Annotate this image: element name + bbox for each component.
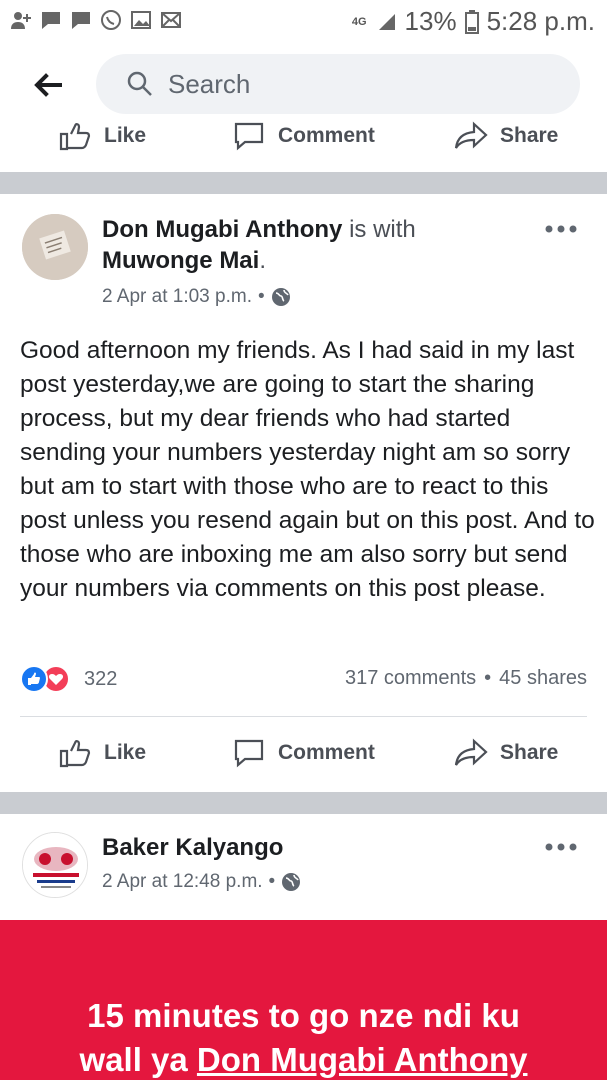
more-options-icon[interactable] bbox=[544, 222, 578, 236]
comment-label: Comment bbox=[278, 124, 375, 147]
status-text-line-1: 15 minutes to go nze ndi ku bbox=[87, 997, 520, 1034]
colored-status-background: 15 minutes to go nze ndi ku wall ya Don … bbox=[0, 920, 607, 1080]
globe-icon bbox=[271, 288, 290, 306]
person-add-icon bbox=[11, 12, 31, 29]
chat-icon bbox=[42, 12, 60, 29]
notification-icons bbox=[10, 9, 182, 31]
post-meta: 2 Apr at 12:48 p.m. • bbox=[102, 871, 301, 893]
whatsapp-icon bbox=[101, 10, 121, 30]
action-bar-previous: Like Comment Share bbox=[0, 112, 607, 160]
share-icon bbox=[454, 121, 488, 149]
comment-button[interactable]: Comment bbox=[232, 727, 375, 779]
like-label: Like bbox=[104, 741, 147, 764]
thumbs-up-icon bbox=[59, 740, 91, 768]
like-reaction-icon bbox=[20, 665, 48, 693]
share-label: Share bbox=[500, 741, 559, 764]
like-button[interactable]: Like bbox=[58, 727, 146, 779]
share-count[interactable]: 45 shares bbox=[499, 667, 587, 690]
with-text: is with bbox=[342, 216, 416, 243]
share-button[interactable]: Share bbox=[454, 727, 558, 779]
signal-icon bbox=[378, 13, 395, 30]
tagged-friend[interactable]: Muwonge Mai bbox=[102, 247, 259, 274]
comment-icon bbox=[234, 739, 264, 768]
like-label: Like bbox=[104, 124, 147, 147]
counts-separator: • bbox=[484, 667, 492, 689]
reaction-icons bbox=[20, 665, 76, 693]
avatar-image bbox=[22, 214, 88, 280]
reaction-count: 322 bbox=[84, 667, 118, 690]
battery-percent: 13% bbox=[404, 6, 457, 36]
share-label: Share bbox=[500, 124, 559, 147]
reaction-summary[interactable]: 322 bbox=[20, 665, 117, 693]
like-button[interactable]: Like bbox=[58, 112, 146, 160]
post-body: Good afternoon my friends. As I had said… bbox=[20, 337, 595, 602]
clock: 5:28 p.m. bbox=[486, 6, 595, 36]
avatar-image bbox=[23, 833, 87, 897]
meta-separator: • bbox=[257, 286, 265, 307]
engagement-counts: 317 comments • 45 shares bbox=[345, 667, 587, 690]
mentioned-profile-link[interactable]: Don Mugabi Anthony bbox=[197, 1041, 528, 1078]
avatar[interactable] bbox=[22, 214, 88, 280]
back-arrow-icon[interactable] bbox=[30, 68, 64, 102]
post-date[interactable]: 2 Apr at 12:48 p.m. bbox=[102, 871, 263, 893]
network-type: 4G bbox=[351, 15, 367, 28]
status-text-prefix: wall ya bbox=[79, 1041, 197, 1078]
author-name[interactable]: Don Mugabi Anthony bbox=[102, 216, 342, 243]
more-options-icon[interactable] bbox=[544, 840, 578, 854]
search-placeholder: Search bbox=[168, 69, 251, 99]
post-rule bbox=[20, 716, 587, 717]
mail-icon bbox=[161, 12, 181, 28]
comment-button[interactable]: Comment bbox=[232, 112, 375, 160]
post-action-bar: Like Comment Share bbox=[0, 727, 607, 779]
comment-icon bbox=[234, 122, 264, 151]
feed-divider bbox=[0, 172, 607, 194]
comment-label: Comment bbox=[278, 741, 375, 764]
comment-count[interactable]: 317 comments bbox=[345, 667, 476, 690]
gallery-icon bbox=[131, 11, 151, 29]
status-text-line-2: wall ya Don Mugabi Anthony bbox=[0, 1038, 607, 1080]
author-name[interactable]: Baker Kalyango bbox=[102, 834, 283, 861]
status-bar: 4G 13% 5:28 p.m. bbox=[0, 0, 607, 44]
post-meta: 2 Apr at 1:03 p.m. • bbox=[102, 286, 291, 308]
thumbs-up-icon bbox=[59, 123, 91, 151]
globe-icon bbox=[282, 873, 301, 891]
battery-icon bbox=[464, 9, 479, 34]
share-button[interactable]: Share bbox=[454, 112, 558, 160]
post-author-line: Don Mugabi Anthony is with Muwonge Mai. bbox=[102, 216, 416, 274]
search-icon bbox=[127, 71, 152, 96]
post-date[interactable]: 2 Apr at 1:03 p.m. bbox=[102, 286, 252, 308]
chat-icon bbox=[72, 12, 90, 29]
status-right: 4G 13% 5:28 p.m. bbox=[352, 6, 595, 37]
meta-separator: • bbox=[268, 871, 276, 892]
post-author-line: Baker Kalyango bbox=[102, 832, 283, 863]
feed-divider bbox=[0, 792, 607, 814]
avatar[interactable] bbox=[22, 832, 88, 898]
share-icon bbox=[454, 738, 488, 766]
search-input[interactable]: Search bbox=[96, 54, 580, 114]
